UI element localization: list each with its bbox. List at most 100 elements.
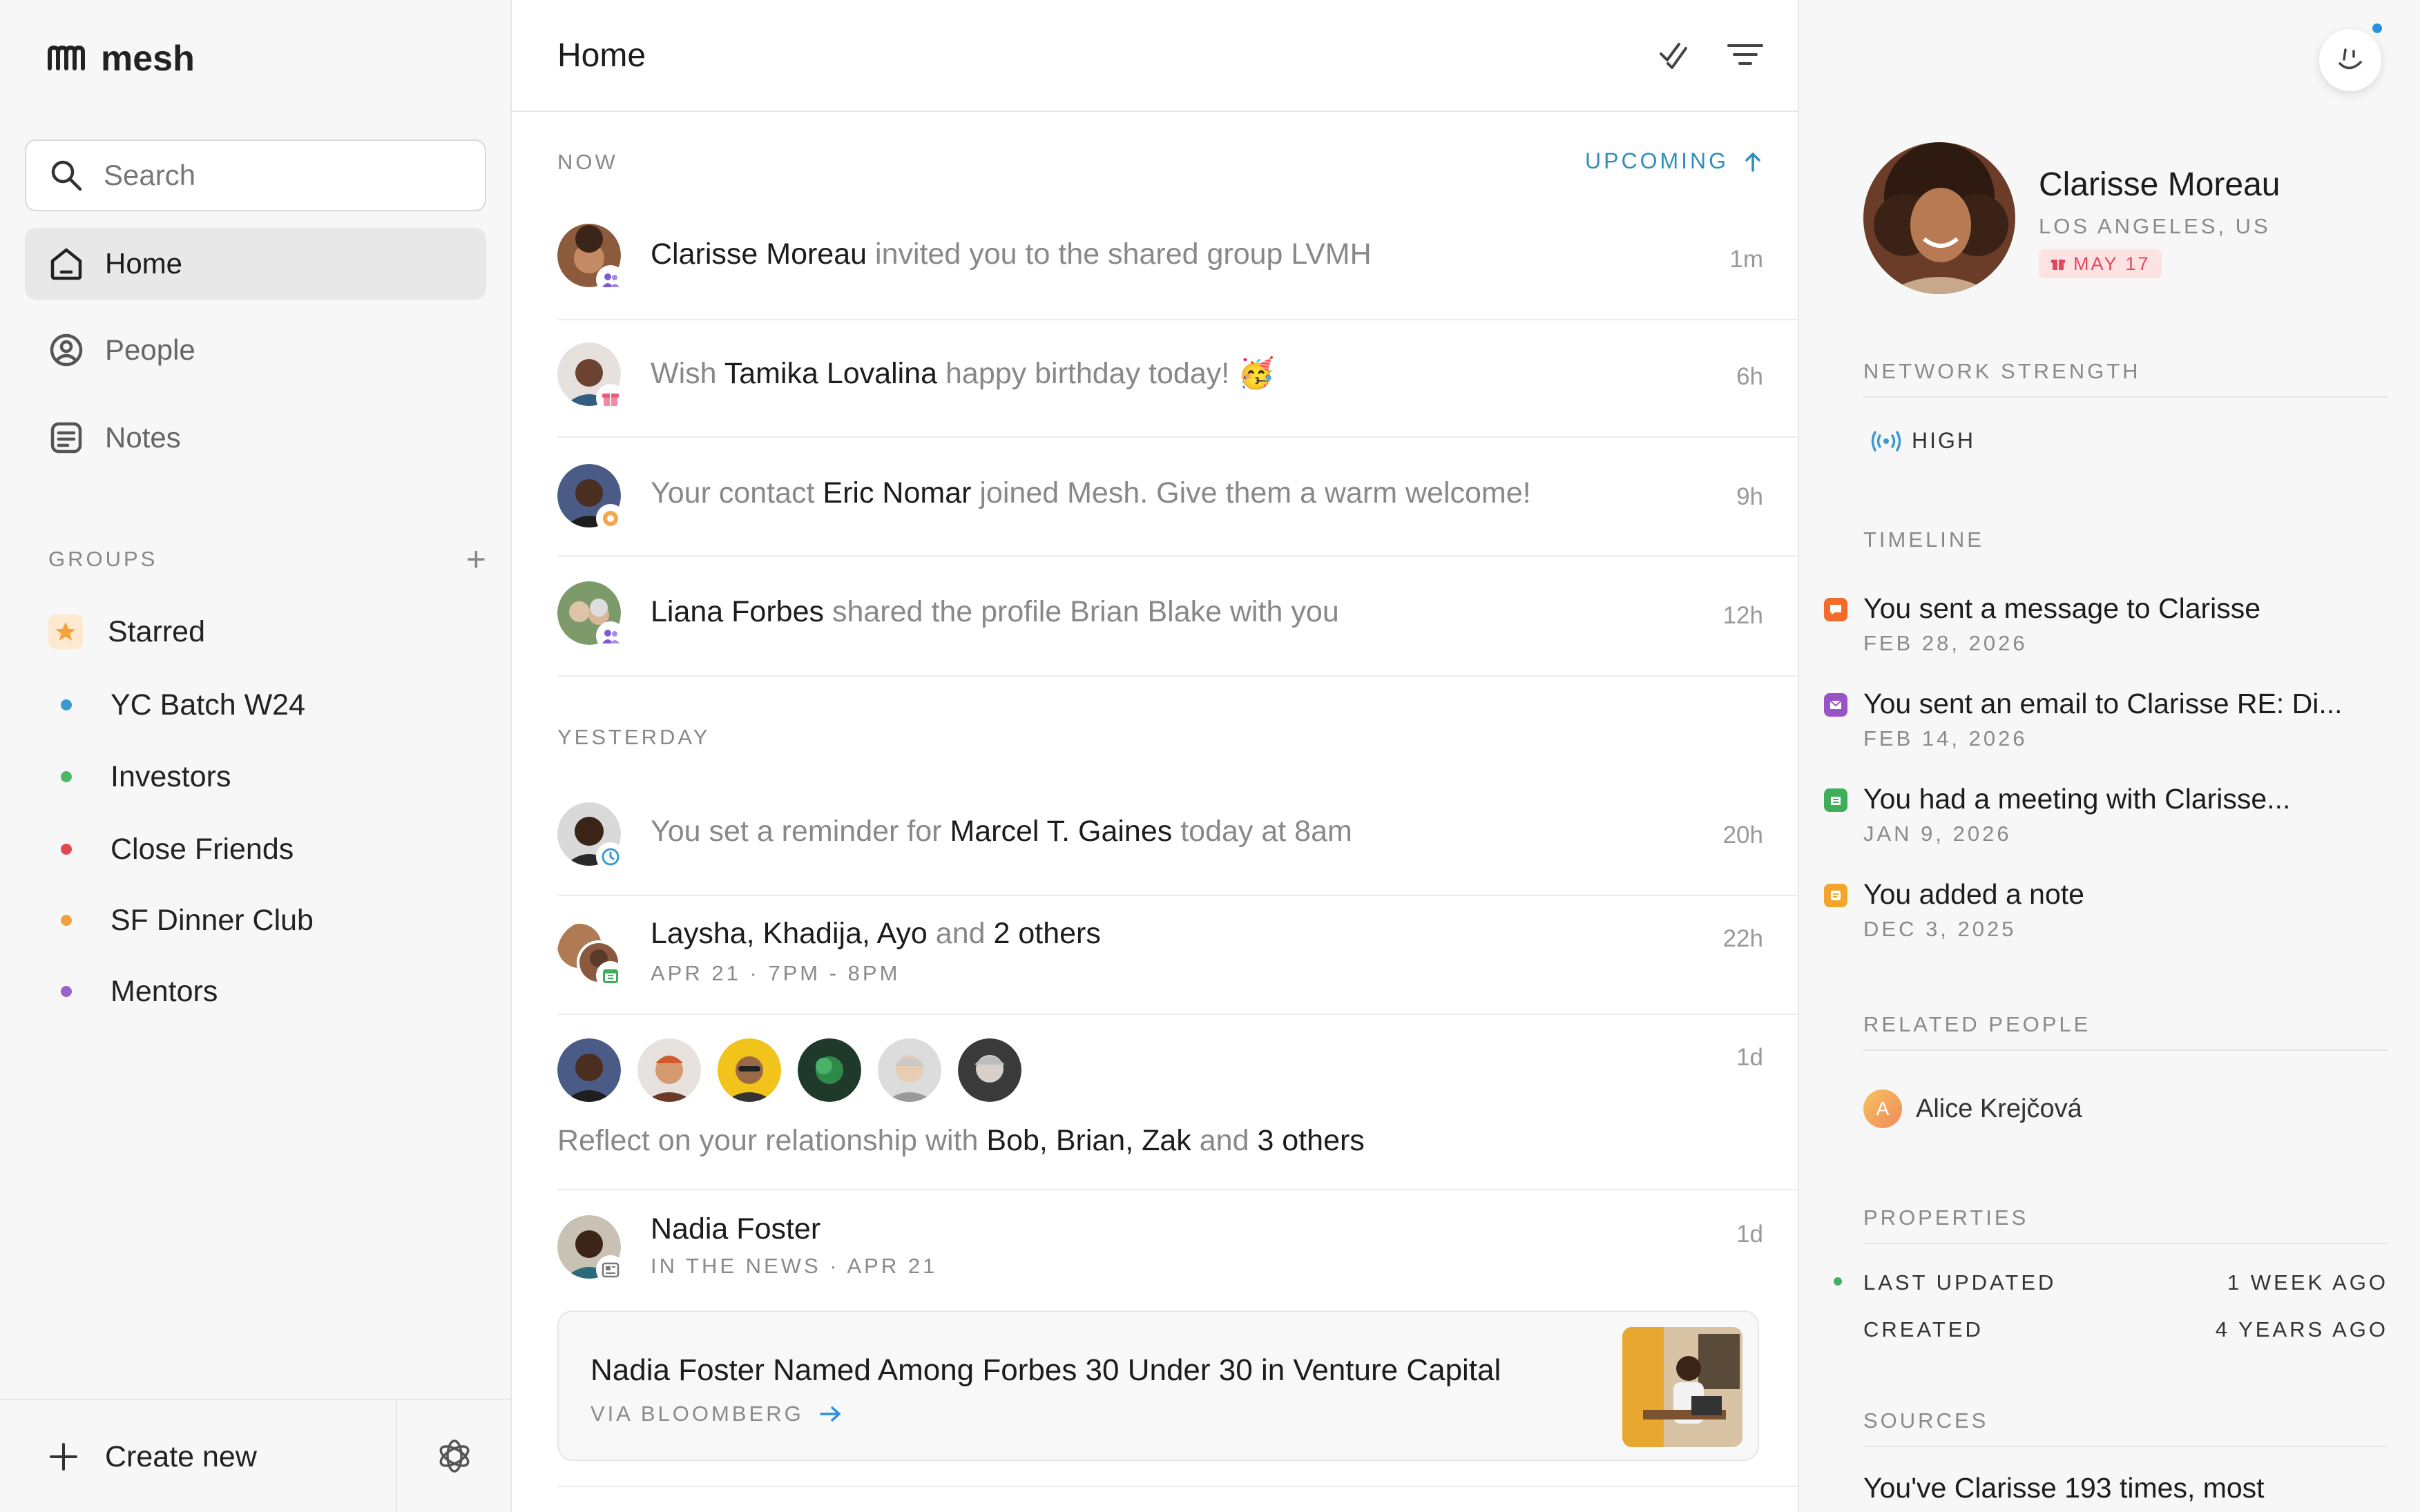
news-source: VIA BLOOMBERG — [590, 1402, 804, 1426]
add-group-button[interactable]: + — [466, 542, 486, 576]
group-item-close-friends[interactable]: Close Friends — [48, 822, 294, 877]
home-icon — [50, 248, 82, 280]
logo-text: mesh — [101, 39, 195, 79]
property-row: CREATED 4 YEARS AGO — [1863, 1317, 2388, 1342]
notes-icon — [50, 422, 82, 454]
logo[interactable]: mesh — [47, 38, 195, 79]
group-color-dot — [61, 771, 72, 782]
double-check-icon[interactable] — [1658, 37, 1693, 72]
section-now: NOW — [557, 150, 618, 174]
person-circle-icon — [50, 333, 83, 367]
group-color-dot — [61, 699, 72, 710]
group-item-investors[interactable]: Investors — [48, 749, 231, 804]
notification-row[interactable]: Clarisse Moreau invited you to the share… — [557, 207, 1798, 320]
sparkle-knot-icon — [439, 1440, 470, 1473]
avatar[interactable] — [798, 1038, 861, 1102]
section-title: PROPERTIES — [1863, 1205, 2388, 1244]
nav-label: Home — [105, 247, 183, 280]
group-badge-icon — [596, 621, 625, 650]
avatar[interactable] — [878, 1038, 941, 1102]
timeline-text: You had a meeting with Clarisse... — [1863, 783, 2291, 815]
notification-row[interactable]: Your contact Eric Nomar joined Mesh. Giv… — [557, 438, 1798, 556]
nav-item-home[interactable]: Home — [25, 228, 486, 300]
timeline-date: DEC 3, 2025 — [1863, 917, 2017, 941]
section-title: RELATED PEOPLE — [1863, 1012, 2388, 1051]
group-label: Close Friends — [111, 832, 294, 866]
section-title: NETWORK STRENGTH — [1863, 359, 2388, 398]
star-icon — [48, 614, 83, 649]
smiley-icon — [2339, 48, 2362, 70]
contact-name: Marcel T. Gaines — [950, 815, 1173, 848]
network-strength-value: HIGH — [1912, 428, 1975, 453]
ai-assistant-button[interactable] — [397, 1400, 512, 1512]
profile-avatar — [1863, 142, 2015, 294]
avatar[interactable] — [718, 1038, 781, 1102]
plus-icon — [50, 1443, 77, 1471]
signal-icon — [1871, 430, 1901, 452]
notification-text: Your contact Eric Nomar joined Mesh. Giv… — [651, 476, 1531, 510]
assistant-button[interactable] — [2319, 29, 2381, 91]
filter-icon[interactable] — [1726, 37, 1765, 72]
birthday-date: MAY 17 — [2073, 253, 2151, 274]
upcoming-button[interactable]: UPCOMING — [1585, 148, 1762, 174]
notification-text: You set a reminder for Marcel T. Gaines … — [651, 815, 1352, 848]
news-subline: IN THE NEWS · APR 21 — [651, 1254, 938, 1278]
nav-label: Notes — [105, 421, 181, 454]
contact-name: Nadia Foster — [651, 1212, 821, 1246]
property-label: CREATED — [1863, 1317, 1984, 1341]
group-item-mentors[interactable]: Mentors — [48, 964, 218, 1019]
calendar-badge-icon — [596, 961, 625, 990]
upcoming-label: UPCOMING — [1585, 148, 1729, 173]
search-box[interactable] — [25, 139, 486, 211]
notification-row[interactable]: Wish Tamika Lovalina happy birthday toda… — [557, 320, 1798, 438]
group-label: SF Dinner Club — [111, 903, 314, 937]
avatar[interactable] — [557, 1038, 621, 1102]
related-avatar: A — [1863, 1089, 1902, 1128]
search-input[interactable] — [104, 159, 463, 192]
timestamp: 6h — [1736, 363, 1763, 390]
avatar[interactable] — [958, 1038, 1021, 1102]
property-label: LAST UPDATED — [1863, 1270, 2057, 1295]
page-title: Home — [557, 37, 646, 74]
nav-label: People — [105, 333, 195, 366]
notification-text: Liana Forbes shared the profile Brian Bl… — [651, 595, 1339, 628]
sources-text: You've Clarisse 193 times, most — [1863, 1472, 2265, 1504]
network-strength: HIGH — [1870, 428, 1975, 454]
group-item-starred[interactable]: Starred — [48, 604, 205, 659]
timeline-text: You sent an email to Clarisse RE: Di... — [1863, 688, 2343, 719]
group-item-sf-dinner-club[interactable]: SF Dinner Club — [48, 893, 314, 948]
feed-header: Home — [512, 0, 1798, 112]
notification-row[interactable]: Laysha, Khadija, Ayo and 2 others APR 21… — [557, 896, 1798, 1015]
profile-location: LOS ANGELES, US — [2039, 214, 2271, 238]
timestamp: 1m — [1729, 246, 1763, 273]
nav-item-people[interactable]: People — [25, 314, 486, 386]
sidebar: mesh Home People — [0, 0, 512, 1512]
contact-name: Clarisse Moreau — [651, 238, 867, 271]
create-new-button[interactable]: Create new — [0, 1400, 397, 1512]
group-label: Starred — [108, 614, 206, 648]
timeline-date: FEB 14, 2026 — [1863, 726, 2028, 750]
gift-icon — [2051, 260, 2065, 270]
notification-row[interactable]: Liana Forbes shared the profile Brian Bl… — [557, 556, 1798, 677]
contact-name: Tamika Lovalina — [724, 357, 938, 390]
group-label: YC Batch W24 — [111, 688, 305, 721]
feed: Home NOW UPCOMING Clarisse Moreau invite… — [512, 0, 1799, 1512]
group-label: Investors — [111, 759, 231, 793]
group-badge-icon — [596, 265, 625, 294]
status-dot — [1834, 1277, 1842, 1286]
avatar-group — [557, 1038, 1021, 1102]
related-person[interactable]: A Alice Krejčová — [1863, 1089, 2082, 1128]
avatar[interactable] — [637, 1038, 701, 1102]
arrow-right-icon — [819, 1406, 841, 1422]
news-thumbnail — [1622, 1327, 1742, 1447]
group-item-yc-batch[interactable]: YC Batch W24 — [48, 677, 305, 733]
group-color-dot — [61, 844, 72, 855]
search-icon — [51, 160, 82, 191]
nav-item-notes[interactable]: Notes — [25, 402, 486, 474]
contact-name: Laysha, Khadija, Ayo — [651, 917, 928, 950]
news-card[interactable]: Nadia Foster Named Among Forbes 30 Under… — [557, 1310, 1759, 1461]
notification-row[interactable]: You set a reminder for Marcel T. Gaines … — [557, 776, 1798, 896]
news-source-link[interactable]: VIA BLOOMBERG — [590, 1402, 843, 1426]
timeline-date: JAN 9, 2026 — [1863, 822, 2012, 846]
groups-title: GROUPS — [48, 547, 158, 571]
